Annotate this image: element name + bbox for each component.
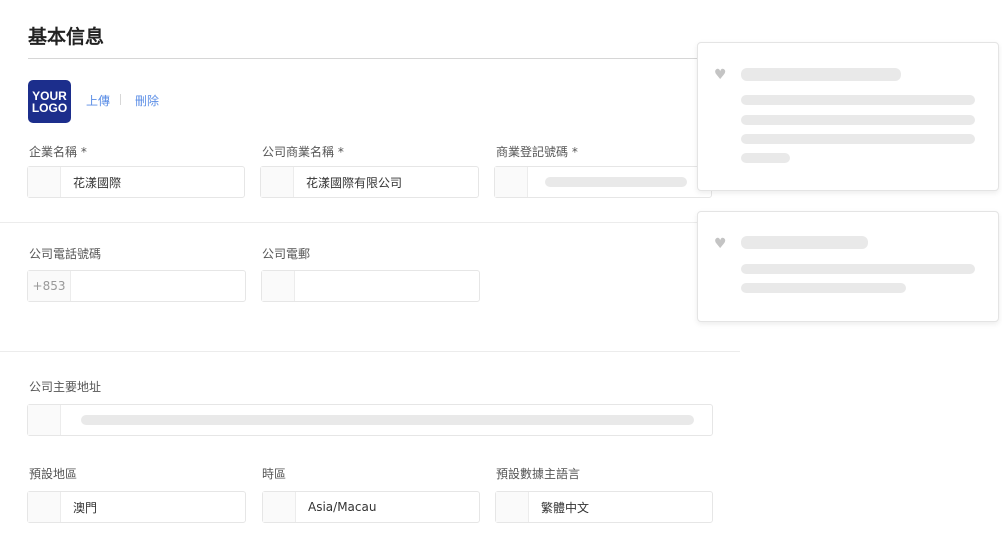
phone-label: 公司電話號碼 xyxy=(29,247,102,261)
card-skeleton-title xyxy=(741,68,901,81)
registration-number-prefix xyxy=(495,167,528,197)
trade-name-value: 花漾國際有限公司 xyxy=(306,175,403,190)
company-logo: YOUR LOGO xyxy=(28,80,71,123)
upload-logo-link[interactable]: 上傳 xyxy=(86,92,110,109)
card-skeleton-line xyxy=(741,283,906,293)
email-input[interactable] xyxy=(261,270,480,302)
trade-name-prefix xyxy=(261,167,294,197)
card-skeleton-title xyxy=(741,236,868,249)
region-select[interactable]: 澳門 xyxy=(27,491,246,523)
registration-number-skeleton xyxy=(545,177,687,187)
card-skeleton-line xyxy=(741,264,975,274)
company-name-label: 企業名稱 * xyxy=(29,145,87,159)
company-name-input[interactable]: 花漾國際 xyxy=(27,166,245,198)
side-card: ♥ xyxy=(697,211,999,322)
language-label: 預設數據主語言 xyxy=(496,467,581,481)
logo-text-line2: LOGO xyxy=(31,100,68,115)
address-input[interactable] xyxy=(27,404,713,436)
phone-prefix: +853 xyxy=(28,271,71,301)
language-prefix xyxy=(496,492,529,522)
section-divider xyxy=(0,222,740,223)
card-skeleton-line xyxy=(741,134,975,144)
timezone-select[interactable]: Asia/Macau xyxy=(262,491,480,523)
card-skeleton-line xyxy=(741,95,975,105)
phone-input[interactable]: +853 xyxy=(27,270,246,302)
region-value: 澳門 xyxy=(73,500,98,515)
trade-name-label: 公司商業名稱 * xyxy=(262,145,344,159)
timezone-value: Asia/Macau xyxy=(308,500,377,514)
company-name-value: 花漾國際 xyxy=(73,175,122,190)
heart-icon[interactable]: ♥ xyxy=(714,68,727,82)
section-divider xyxy=(0,351,740,352)
trade-name-input[interactable]: 花漾國際有限公司 xyxy=(260,166,479,198)
heart-icon[interactable]: ♥ xyxy=(714,237,727,251)
timezone-prefix xyxy=(263,492,296,522)
registration-number-input[interactable] xyxy=(494,166,712,198)
language-select[interactable]: 繁體中文 xyxy=(495,491,713,523)
delete-logo-link[interactable]: 刪除 xyxy=(135,92,159,109)
address-prefix xyxy=(28,405,61,435)
email-prefix xyxy=(262,271,295,301)
email-label: 公司電郵 xyxy=(262,247,311,261)
link-separator xyxy=(120,94,121,105)
card-skeleton-line xyxy=(741,115,975,125)
language-value: 繁體中文 xyxy=(541,500,590,515)
card-skeleton-line xyxy=(741,153,790,163)
address-skeleton xyxy=(81,415,694,425)
region-label: 預設地區 xyxy=(29,467,78,481)
company-name-prefix xyxy=(28,167,61,197)
timezone-label: 時區 xyxy=(262,467,287,481)
registration-number-label: 商業登記號碼 * xyxy=(496,145,578,159)
title-divider xyxy=(28,58,740,59)
region-prefix xyxy=(28,492,61,522)
address-label: 公司主要地址 xyxy=(29,380,102,394)
side-card: ♥ xyxy=(697,42,999,191)
logo-text-line1: YOUR xyxy=(32,88,67,103)
section-title: 基本信息 xyxy=(28,26,105,48)
